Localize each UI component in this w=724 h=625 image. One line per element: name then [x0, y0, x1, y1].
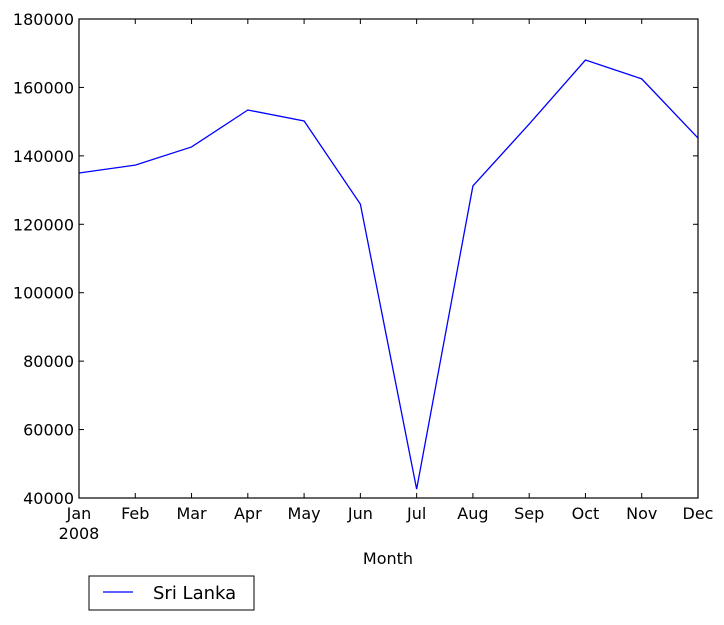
x-tick-label: Oct	[572, 504, 600, 523]
line-chart: 4000060000800001000001200001400001600001…	[0, 0, 724, 621]
series-line-sri-lanka	[79, 60, 698, 489]
y-tick-label: 100000	[13, 284, 74, 303]
x-tick-label: Nov	[626, 504, 657, 523]
x-tick-label: Mar	[176, 504, 207, 523]
y-tick-label: 60000	[23, 421, 74, 440]
x-tick-label: May	[288, 504, 321, 523]
series-layer	[79, 60, 698, 489]
y-tick-labels: 4000060000800001000001200001400001600001…	[13, 10, 74, 508]
plot-frame	[79, 19, 698, 498]
x-tick-label: Jan	[66, 504, 92, 523]
x-axis-label: Month	[363, 549, 413, 568]
x-tick-label: Aug	[457, 504, 488, 523]
y-tick-label: 180000	[13, 10, 74, 29]
y-tick-label: 140000	[13, 147, 74, 166]
x-tick-label: Feb	[121, 504, 149, 523]
y-tick-label: 120000	[13, 215, 74, 234]
legend: Sri Lanka	[89, 576, 254, 610]
y-tick-label: 80000	[23, 352, 74, 371]
x-tick-label: Jul	[406, 504, 426, 523]
y-tick-label: 160000	[13, 78, 74, 97]
legend-label-sri-lanka: Sri Lanka	[153, 583, 236, 604]
x-tick-label: Jun	[347, 504, 373, 523]
ticks-layer	[79, 19, 698, 498]
x-tick-label: Dec	[683, 504, 714, 523]
x-tick-labels: Jan Feb Mar Apr May Jun Jul Aug Sep Oct Nov Dec	[66, 504, 714, 523]
x-tick-year-label: 2008	[59, 524, 100, 543]
x-tick-label: Sep	[514, 504, 544, 523]
x-tick-label: Apr	[234, 504, 262, 523]
